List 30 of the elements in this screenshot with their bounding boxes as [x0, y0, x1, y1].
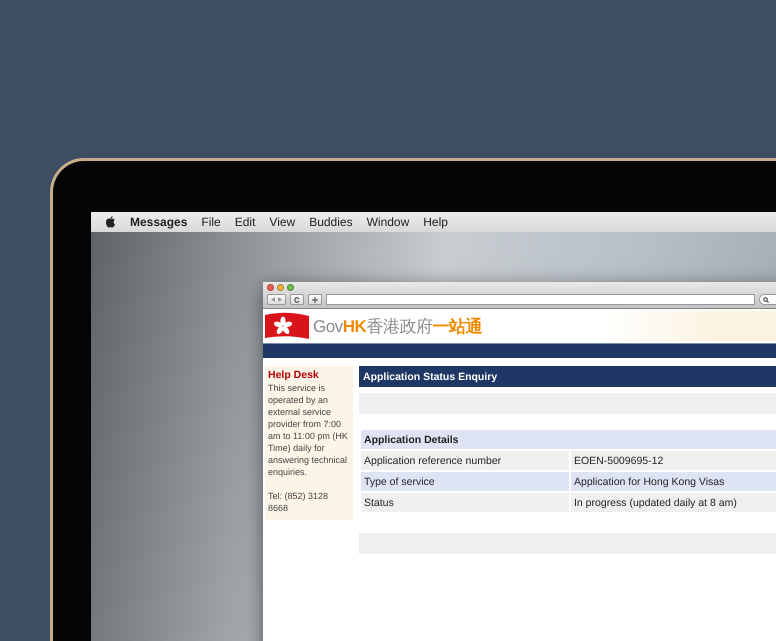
table-header: Application Details: [361, 430, 776, 449]
table-cell: Application for Hong Kong Visas: [571, 472, 776, 491]
menu-item[interactable]: Buddies: [309, 215, 353, 229]
phone-number: Tel: (852) 3128 8668: [268, 490, 330, 514]
forward-icon: [278, 297, 282, 302]
add-button[interactable]: [308, 294, 322, 305]
reload-button[interactable]: [290, 294, 304, 305]
help-desk-title: Help Desk: [268, 369, 320, 382]
table-cell: Status: [361, 493, 569, 512]
close-button[interactable]: [267, 284, 274, 291]
menu-item[interactable]: Help: [423, 215, 448, 229]
address-field[interactable]: [326, 294, 755, 305]
apple-logo-icon[interactable]: [105, 216, 116, 228]
minimize-button[interactable]: [277, 284, 284, 291]
plus-icon: [312, 296, 318, 302]
menu-item[interactable]: Messages: [130, 215, 188, 229]
help-desk-text: This service is operated by an external service provider from 7:00 am to 11:00 pm (HK Time) daily for answering technical enquiries.: [268, 382, 349, 478]
table-cell: Application reference number: [361, 451, 569, 470]
page-heading: Application Status Enquiry: [359, 366, 776, 387]
search-icon: [763, 296, 769, 302]
zoom-button[interactable]: [287, 284, 294, 291]
menu-item[interactable]: Edit: [234, 215, 256, 229]
back-icon: [271, 297, 275, 302]
table-cell: In progress (updated daily at 8 am): [571, 493, 776, 512]
table-cell: EOEN-5009695-12: [571, 451, 776, 470]
menu-item[interactable]: File: [201, 215, 221, 229]
menu-item[interactable]: Window: [366, 215, 410, 229]
menu-item[interactable]: View: [269, 215, 296, 229]
reload-icon: [294, 296, 300, 302]
table-cell: Type of service: [361, 472, 569, 491]
